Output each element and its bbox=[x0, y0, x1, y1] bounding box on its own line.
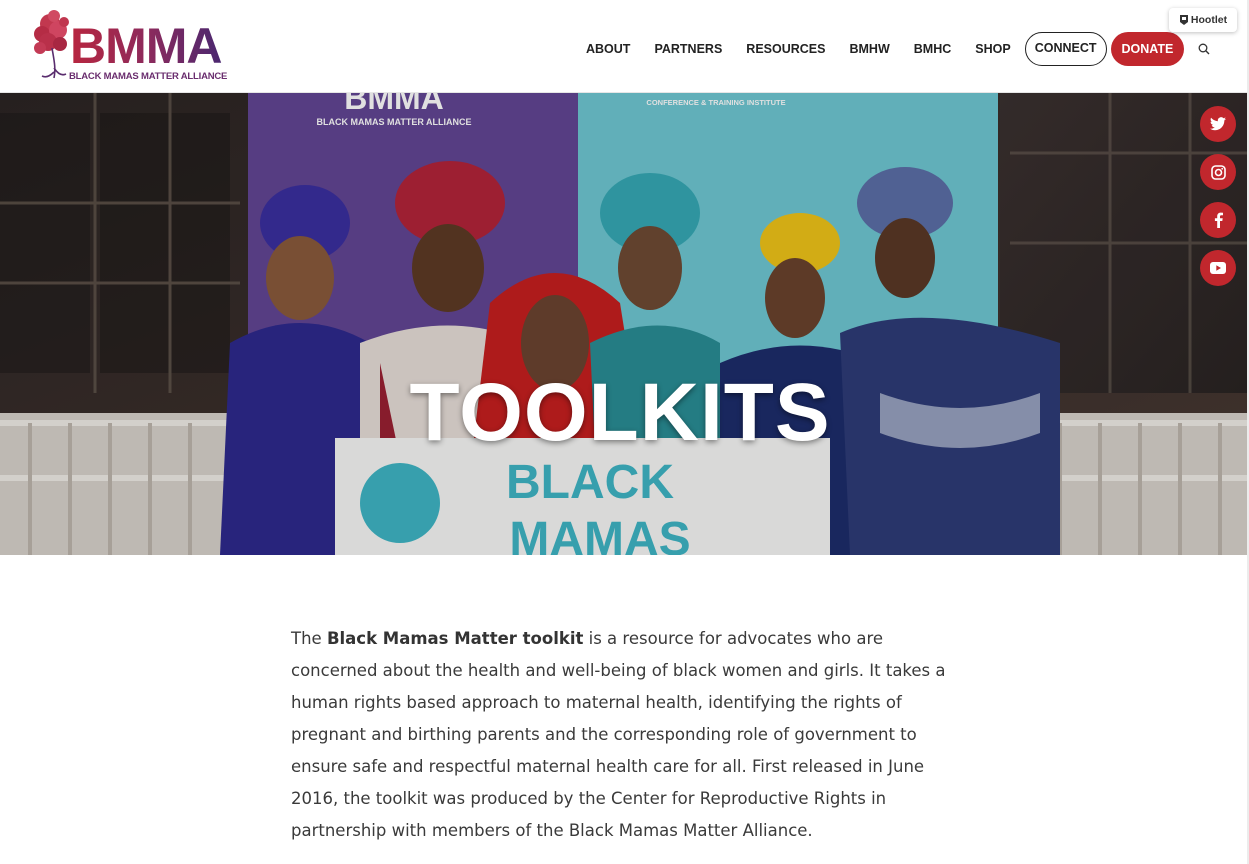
site-header: BMMA BLACK MAMAS MATTER ALLIANCE ABOUT P… bbox=[0, 0, 1249, 93]
facebook-icon bbox=[1214, 212, 1223, 228]
toolkit-intro-paragraph: The Black Mamas Matter toolkit is a reso… bbox=[291, 623, 951, 847]
nav-bmhw[interactable]: BMHW bbox=[837, 32, 901, 66]
nav-about[interactable]: ABOUT bbox=[574, 32, 642, 66]
intro-text: The bbox=[291, 629, 327, 648]
nav-partners[interactable]: PARTNERS bbox=[642, 32, 734, 66]
youtube-icon bbox=[1210, 262, 1226, 274]
donate-button[interactable]: DONATE bbox=[1110, 32, 1185, 66]
instagram-button[interactable] bbox=[1200, 154, 1236, 190]
hero-photo: BMMA BLACK MAMAS MATTER ALLIANCE CONFERE… bbox=[0, 93, 1249, 555]
hootlet-label: Hootlet bbox=[1190, 14, 1228, 26]
logo-tagline: BLACK MAMAS MATTER ALLIANCE bbox=[69, 71, 228, 82]
bmma-logo[interactable]: BMMA BLACK MAMAS MATTER ALLIANCE bbox=[32, 8, 227, 84]
intro-body-text: is a resource for advocates who are conc… bbox=[291, 629, 946, 840]
twitter-button[interactable] bbox=[1200, 106, 1236, 142]
nav-resources[interactable]: RESOURCES bbox=[734, 32, 837, 66]
hero-banner: BMMA BLACK MAMAS MATTER ALLIANCE CONFERE… bbox=[0, 93, 1249, 555]
nav-bmhc[interactable]: BMHC bbox=[902, 32, 964, 66]
hootlet-extension-button[interactable]: Hootlet bbox=[1169, 8, 1237, 32]
hootlet-owl-icon bbox=[1179, 15, 1188, 25]
social-sidebar bbox=[1200, 106, 1236, 298]
twitter-icon bbox=[1210, 117, 1226, 131]
main-nav: ABOUT PARTNERS RESOURCES BMHW BMHC SHOP … bbox=[574, 32, 1216, 66]
page-title: TOOLKITS bbox=[409, 367, 831, 458]
nav-shop[interactable]: SHOP bbox=[963, 32, 1022, 66]
logo-wordmark: BMMA bbox=[70, 18, 223, 74]
connect-button[interactable]: CONNECT bbox=[1024, 32, 1107, 66]
youtube-button[interactable] bbox=[1200, 250, 1236, 286]
facebook-button[interactable] bbox=[1200, 202, 1236, 238]
search-icon[interactable] bbox=[1192, 32, 1216, 66]
toolkit-name-bold: Black Mamas Matter toolkit bbox=[326, 629, 584, 648]
instagram-icon bbox=[1210, 164, 1226, 180]
